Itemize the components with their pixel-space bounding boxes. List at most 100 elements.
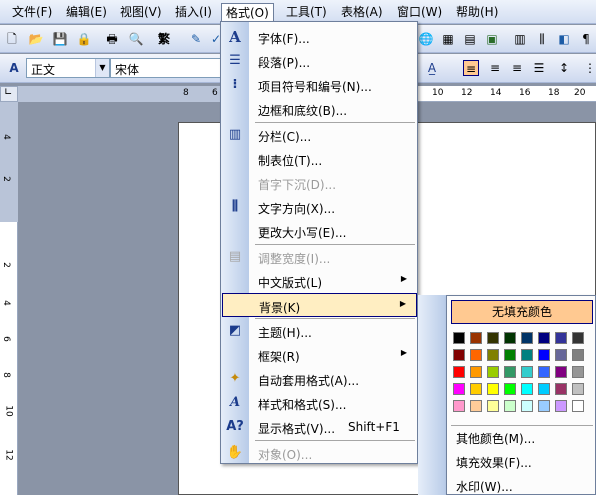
bullets-icon: ⁝ [232, 77, 238, 92]
hyperlink-icon[interactable]: 🌐 [418, 31, 434, 47]
menu-window[interactable]: 窗口(W) [393, 3, 446, 21]
menu-item-paragraph[interactable]: ☰ 段落(P)... [222, 49, 417, 73]
color-swatch[interactable] [521, 400, 533, 412]
character-scaling-icon[interactable]: A̲ [424, 60, 440, 76]
no-fill-color-button[interactable]: 无填充颜色 [451, 300, 593, 324]
print-icon[interactable]: 🖶 [104, 31, 120, 47]
color-swatch[interactable] [470, 366, 482, 378]
color-swatch[interactable] [572, 366, 584, 378]
align-center-icon[interactable]: ≡ [487, 60, 503, 76]
color-swatch[interactable] [555, 383, 567, 395]
color-swatch[interactable] [453, 349, 465, 361]
color-swatch[interactable] [538, 332, 550, 344]
fill-effects-item[interactable]: 填充效果(F)... [456, 454, 532, 471]
color-swatch[interactable] [538, 383, 550, 395]
document-map-icon[interactable]: ◧ [556, 31, 572, 47]
more-colors-item[interactable]: 其他颜色(M)... [456, 430, 535, 447]
color-swatch[interactable] [572, 332, 584, 344]
menu-item-borders-shading[interactable]: 边框和底纹(B)... [222, 97, 417, 121]
menu-item-tabs[interactable]: 制表位(T)... [222, 147, 417, 171]
color-swatch[interactable] [538, 400, 550, 412]
research-icon[interactable]: ✎ [188, 31, 204, 47]
color-swatch[interactable] [504, 383, 516, 395]
color-swatch[interactable] [453, 400, 465, 412]
color-swatch[interactable] [538, 349, 550, 361]
distributed-icon[interactable]: ☰ [531, 60, 547, 76]
menu-item-object: ✋ 对象(O)... [226, 445, 313, 462]
columns-toolbar-icon[interactable]: ▥ [512, 31, 528, 47]
menu-file[interactable]: 文件(F) [8, 3, 56, 21]
color-swatch[interactable] [487, 349, 499, 361]
color-swatch[interactable] [572, 400, 584, 412]
menu-item-theme[interactable]: ◩ 主题(H)... [222, 319, 417, 343]
color-swatch[interactable] [572, 349, 584, 361]
show-hide-icon[interactable]: ¶ [578, 31, 594, 47]
styles-pane-icon[interactable]: A [6, 60, 22, 76]
menu-item-background[interactable]: 背景(K) ▶ [222, 293, 417, 317]
font-combo[interactable]: 宋体 [110, 58, 222, 78]
color-swatch[interactable] [538, 366, 550, 378]
color-swatch[interactable] [555, 332, 567, 344]
color-swatch[interactable] [504, 349, 516, 361]
drawing-icon[interactable]: ⫼ [534, 31, 550, 47]
menu-item-change-case[interactable]: 更改大小写(E)... [222, 219, 417, 243]
menu-tools[interactable]: 工具(T) [282, 3, 331, 21]
new-document-icon[interactable]: 🗋 [4, 31, 20, 47]
tables-borders-icon[interactable]: ▦ [440, 31, 456, 47]
menu-insert[interactable]: 插入(I) [171, 3, 216, 21]
color-swatch[interactable] [504, 366, 516, 378]
theme-icon: ◩ [228, 323, 242, 338]
color-swatch[interactable] [521, 349, 533, 361]
save-icon[interactable]: 💾 [52, 31, 68, 47]
color-swatch[interactable] [487, 366, 499, 378]
autoformat-icon: ✦ [229, 371, 241, 386]
tab-selector[interactable]: ∟ [0, 86, 18, 102]
print-preview-icon[interactable]: 🔍 [128, 31, 144, 47]
menu-table[interactable]: 表格(A) [337, 3, 387, 21]
color-swatch[interactable] [470, 332, 482, 344]
color-swatch[interactable] [470, 400, 482, 412]
color-swatch[interactable] [504, 400, 516, 412]
color-swatch[interactable] [470, 349, 482, 361]
numbering-icon[interactable]: ⋮ [582, 60, 596, 76]
menu-item-bullets-numbering[interactable]: ⁝ 项目符号和编号(N)... [222, 73, 417, 97]
menu-item-reveal-formatting[interactable]: A? 显示格式(V)... Shift+F1 [222, 415, 417, 439]
color-swatch[interactable] [521, 383, 533, 395]
color-swatch[interactable] [487, 383, 499, 395]
color-swatch[interactable] [453, 383, 465, 395]
open-folder-icon[interactable]: 📂 [28, 31, 44, 47]
permission-icon[interactable]: 🔒 [76, 31, 92, 47]
color-swatch[interactable] [487, 400, 499, 412]
chevron-down-icon[interactable]: ▼ [95, 59, 109, 77]
menu-item-columns[interactable]: ▥ 分栏(C)... [222, 123, 417, 147]
menu-item-frames[interactable]: 框架(R) ▶ [222, 343, 417, 367]
color-swatch[interactable] [487, 332, 499, 344]
color-swatch[interactable] [572, 383, 584, 395]
menu-help[interactable]: 帮助(H) [452, 3, 502, 21]
color-swatch[interactable] [453, 332, 465, 344]
vertical-ruler[interactable]: 4 2 2 4 6 8 10 12 [0, 102, 18, 495]
traditional-chinese-icon[interactable]: 繁 [156, 31, 172, 47]
menu-view[interactable]: 视图(V) [116, 3, 166, 21]
menu-item-styles-formatting[interactable]: A 样式和格式(S)... [222, 391, 417, 415]
color-swatch[interactable] [453, 366, 465, 378]
menu-item-asian-layout[interactable]: 中文版式(L) ▶ [222, 269, 417, 293]
color-swatch[interactable] [555, 366, 567, 378]
align-justify-icon[interactable]: ≡ [463, 60, 479, 76]
color-swatch[interactable] [555, 349, 567, 361]
color-swatch[interactable] [521, 332, 533, 344]
align-right-icon[interactable]: ≡ [509, 60, 525, 76]
watermark-item[interactable]: 水印(W)... [456, 478, 513, 495]
color-swatch[interactable] [470, 383, 482, 395]
style-combo[interactable]: 正文 ▼ [26, 58, 110, 78]
line-spacing-icon[interactable]: ↕ [556, 60, 572, 76]
menu-item-text-direction[interactable]: ⫼ 文字方向(X)... [222, 195, 417, 219]
menu-item-font[interactable]: A 字体(F)... [222, 25, 417, 49]
color-swatch[interactable] [504, 332, 516, 344]
insert-table-icon[interactable]: ▤ [462, 31, 478, 47]
menu-item-autoformat[interactable]: ✦ 自动套用格式(A)... [222, 367, 417, 391]
menu-edit[interactable]: 编辑(E) [62, 3, 111, 21]
insert-excel-icon[interactable]: ▣ [484, 31, 500, 47]
color-swatch[interactable] [555, 400, 567, 412]
color-swatch[interactable] [521, 366, 533, 378]
